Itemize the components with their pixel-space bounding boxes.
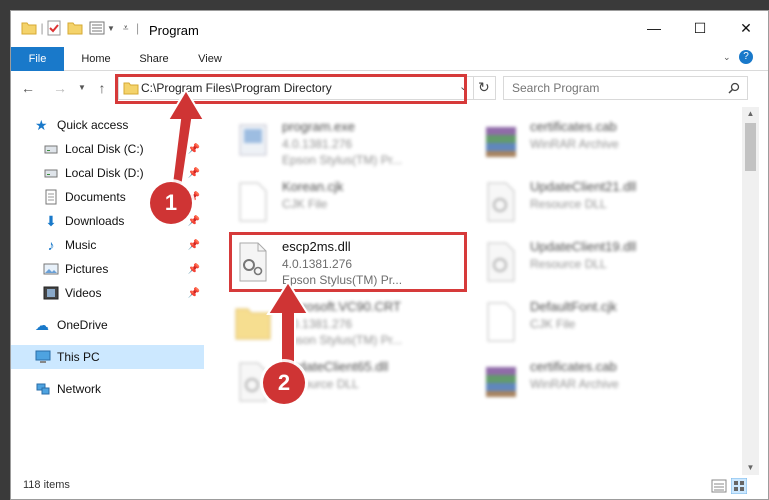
- sidebar-item-label: Documents: [65, 190, 126, 204]
- computer-icon: [35, 350, 51, 363]
- layout-icon[interactable]: [89, 21, 105, 35]
- callout-1: 1: [150, 182, 192, 224]
- search-input[interactable]: [512, 80, 712, 96]
- details-view-icon[interactable]: [711, 478, 727, 494]
- drive-icon: [44, 145, 58, 154]
- arrow-left-icon: ←: [21, 80, 35, 96]
- forward-button[interactable]: →: [51, 79, 69, 97]
- documents-icon: [45, 189, 57, 205]
- sidebar-item-label: Network: [57, 382, 102, 396]
- dll-icon: [487, 182, 515, 222]
- recent-locations-button[interactable]: ▼: [73, 79, 91, 97]
- chevron-down-icon: ▼: [746, 463, 755, 472]
- sidebar-item-label: Downloads: [65, 214, 125, 228]
- back-button[interactable]: ←: [19, 79, 37, 97]
- chevron-down-icon[interactable]: ⌄: [723, 52, 731, 63]
- ribbon-tabs: File Home Share View ⌄ ?: [11, 47, 768, 71]
- chevron-down-icon[interactable]: ▼: [107, 24, 115, 33]
- sidebar-item-this-pc[interactable]: This PC: [11, 345, 204, 369]
- sidebar-item-label: Quick access: [57, 118, 129, 132]
- network-icon: [36, 383, 50, 395]
- tab-share[interactable]: Share: [131, 47, 177, 71]
- sidebar-item-network[interactable]: Network: [11, 377, 204, 401]
- file-item[interactable]: DefaultFont.cjk CJK File: [478, 295, 718, 351]
- file-icon: [239, 182, 267, 222]
- file-item[interactable]: program.exe 4.0.1381.276 Epson Stylus(TM…: [230, 115, 470, 171]
- cloud-icon: ☁: [35, 317, 49, 333]
- tab-home[interactable]: Home: [73, 47, 119, 71]
- music-icon: ♪: [47, 237, 55, 253]
- file-explorer-window: | ▼ ⩡ | Program — ☐ ✕ File Home Share Vi…: [10, 10, 769, 500]
- star-icon: ★: [35, 117, 48, 133]
- pin-icon: 📌: [187, 239, 200, 251]
- properties-icon[interactable]: [47, 20, 61, 36]
- close-icon: ✕: [740, 19, 752, 36]
- archive-icon: [486, 127, 516, 157]
- refresh-icon[interactable]: ↻: [478, 79, 490, 96]
- file-item[interactable]: certificates.cab WinRAR Archive: [478, 355, 718, 411]
- scroll-up-button[interactable]: ▲: [742, 107, 759, 121]
- large-icons-view-icon[interactable]: [731, 478, 747, 494]
- title-bar: | ▼ ⩡ | Program — ☐ ✕: [11, 11, 768, 45]
- sidebar-item-label: This PC: [57, 350, 100, 364]
- videos-icon: [43, 286, 59, 300]
- chevron-up-icon: ▲: [746, 109, 755, 118]
- chevron-down-icon: ▼: [78, 83, 86, 92]
- sidebar-item-onedrive[interactable]: ☁ OneDrive: [11, 313, 204, 337]
- sidebar-item-music[interactable]: ♪ Music 📌: [11, 233, 204, 257]
- callout-2: 2: [263, 362, 305, 404]
- sidebar-item-label: OneDrive: [57, 318, 108, 332]
- new-folder-icon[interactable]: [67, 21, 83, 35]
- sidebar-item-label: Videos: [65, 286, 102, 300]
- scroll-thumb[interactable]: [745, 123, 756, 171]
- drive-icon: [44, 169, 58, 178]
- pictures-icon: [43, 263, 59, 275]
- minimize-icon: —: [647, 20, 661, 36]
- folder-icon[interactable]: [21, 21, 37, 35]
- item-count: 118 items: [23, 479, 70, 491]
- sidebar-item-label: Music: [65, 238, 97, 252]
- pin-icon: 📌: [187, 215, 200, 227]
- status-bar: 118 items: [11, 473, 768, 499]
- sidebar-item-pictures[interactable]: Pictures 📌: [11, 257, 204, 281]
- search-icon[interactable]: [728, 82, 740, 94]
- archive-icon: [486, 367, 516, 397]
- download-icon: ⬇: [45, 213, 57, 229]
- sidebar-item-label: Pictures: [65, 262, 109, 276]
- quick-access-toolbar: | ▼ ⩡ |: [21, 20, 143, 36]
- maximize-icon: ☐: [693, 19, 707, 36]
- window-title: Program: [149, 23, 199, 38]
- minimize-button[interactable]: —: [631, 11, 677, 45]
- up-button[interactable]: ↑: [93, 79, 111, 97]
- search-box[interactable]: [503, 76, 748, 100]
- sidebar-item-videos[interactable]: Videos 📌: [11, 281, 204, 305]
- dll-icon: [487, 242, 515, 282]
- maximize-button[interactable]: ☐: [677, 11, 723, 45]
- file-item[interactable]: UpdateClient19.dll Resource DLL: [478, 235, 718, 291]
- pin-icon: 📌: [187, 287, 200, 299]
- file-icon: [487, 302, 515, 342]
- close-button[interactable]: ✕: [723, 11, 769, 45]
- arrow-right-icon: →: [53, 80, 67, 96]
- customize-qa-icon[interactable]: ⩡: [123, 23, 129, 34]
- sidebar-item-label: Local Disk (D:): [65, 166, 144, 180]
- help-icon[interactable]: ?: [739, 50, 753, 64]
- exe-icon: [239, 124, 267, 156]
- arrow-up-icon: ↑: [98, 80, 106, 96]
- pin-icon: 📌: [187, 263, 200, 275]
- file-item[interactable]: certificates.cab WinRAR Archive: [478, 115, 718, 171]
- file-item[interactable]: UpdateClient21.dll Resource DLL: [478, 175, 718, 231]
- file-item[interactable]: Korean.cjk CJK File: [230, 175, 470, 231]
- vertical-scrollbar[interactable]: ▲ ▼: [742, 107, 759, 475]
- tab-file[interactable]: File: [11, 47, 64, 71]
- arrow-to-file: [266, 282, 310, 367]
- sidebar-item-label: Local Disk (C:): [65, 142, 144, 156]
- tab-view[interactable]: View: [187, 47, 233, 71]
